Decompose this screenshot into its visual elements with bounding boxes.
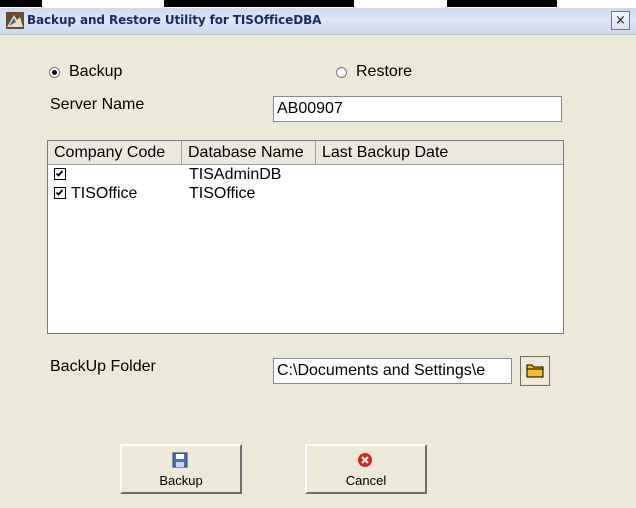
close-button[interactable]: ×: [611, 11, 630, 30]
col-company-code[interactable]: Company Code: [48, 141, 182, 164]
restore-radio-label: Restore: [356, 63, 413, 80]
check-icon: [55, 170, 64, 177]
screen-top-strip: [0, 0, 636, 8]
check-icon: [55, 189, 64, 196]
radio-selected-icon: [49, 66, 60, 78]
backup-folder-input[interactable]: C:\Documents and Settings\e: [273, 358, 512, 384]
list-item[interactable]: TISAdminDB: [54, 165, 559, 184]
row-checkbox[interactable]: [54, 168, 66, 180]
list-item[interactable]: TISOffice TISOffice: [54, 184, 559, 203]
cancel-button-label: Cancel: [345, 473, 387, 488]
close-icon: ×: [615, 13, 626, 28]
backup-restore-dialog: Backup and Restore Utility for TISOffice…: [0, 8, 636, 508]
backup-radio[interactable]: Backup: [49, 63, 122, 81]
screen-edge-fragment: [447, 0, 557, 7]
backup-button-label: Backup: [159, 473, 203, 488]
app-icon: [6, 12, 24, 29]
restore-radio[interactable]: Restore: [336, 63, 412, 81]
database-name-cell: TISAdminDB: [189, 166, 282, 183]
company-code-cell: TISOffice: [71, 185, 138, 202]
database-list[interactable]: Company Code Database Name Last Backup D…: [47, 140, 564, 334]
row-checkbox[interactable]: [54, 187, 66, 199]
save-icon: [172, 452, 188, 468]
cancel-icon: [358, 453, 372, 467]
database-name-cell: TISOffice: [189, 185, 256, 202]
cancel-button[interactable]: Cancel: [305, 444, 427, 494]
radio-unselected-icon: [336, 66, 347, 78]
col-last-backup-date[interactable]: Last Backup Date: [316, 141, 563, 164]
backup-button[interactable]: Backup: [120, 444, 242, 494]
server-name-label: Server Name: [50, 96, 145, 113]
server-name-input[interactable]: AB00907: [273, 96, 562, 122]
folder-icon: [526, 364, 544, 378]
browse-folder-button[interactable]: [520, 356, 550, 386]
screen-edge-fragment: [164, 0, 354, 7]
title-bar[interactable]: Backup and Restore Utility for TISOffice…: [0, 8, 636, 35]
col-database-name[interactable]: Database Name: [182, 141, 316, 164]
screen-edge-fragment: [0, 0, 42, 7]
window-title: Backup and Restore Utility for TISOffice…: [27, 13, 322, 27]
backup-radio-label: Backup: [69, 63, 123, 80]
list-header: Company Code Database Name Last Backup D…: [48, 141, 563, 165]
backup-folder-label: BackUp Folder: [50, 358, 156, 375]
